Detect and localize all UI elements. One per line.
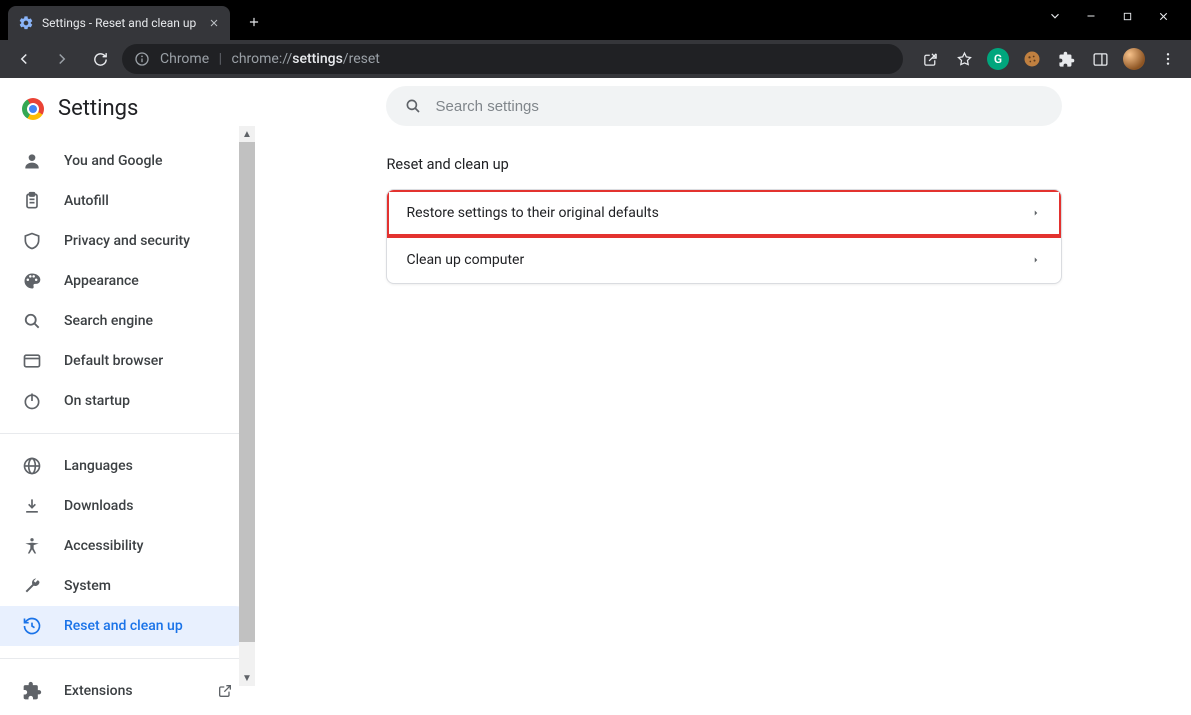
palette-icon — [22, 271, 42, 291]
browser-tab[interactable]: Settings - Reset and clean up — [8, 6, 230, 40]
extensions-puzzle-icon[interactable] — [1051, 44, 1081, 74]
tab-close-icon[interactable] — [196, 17, 220, 29]
sidebar-item-label: Accessibility — [64, 538, 143, 554]
wrench-icon — [22, 576, 42, 596]
nav-advanced: Languages Downloads Accessibility System… — [0, 442, 255, 650]
power-icon — [22, 391, 42, 411]
share-icon[interactable] — [915, 44, 945, 74]
sidebar-separator — [0, 433, 255, 434]
address-bar[interactable]: Chrome | chrome://settings/reset — [122, 44, 903, 74]
sidebar-item-label: Search engine — [64, 313, 153, 329]
minimize-icon[interactable] — [1077, 2, 1105, 30]
sidebar-separator — [0, 658, 255, 659]
search-input[interactable] — [436, 98, 1044, 115]
back-button[interactable] — [8, 43, 40, 75]
close-icon[interactable] — [1149, 2, 1177, 30]
restore-icon — [22, 616, 42, 636]
toolbar-actions: G — [909, 44, 1183, 74]
sidebar-item-label: Autofill — [64, 193, 109, 209]
sidebar-scrollbar[interactable]: ▲ ▼ — [239, 126, 255, 686]
sidebar-item-privacy[interactable]: Privacy and security — [0, 221, 255, 261]
scroll-up-icon[interactable]: ▲ — [239, 126, 255, 142]
browser-window-icon — [22, 351, 42, 371]
sidebar-item-appearance[interactable]: Appearance — [0, 261, 255, 301]
tab-title: Settings - Reset and clean up — [42, 16, 196, 30]
open-external-icon — [217, 683, 233, 699]
sidebar-item-label: Extensions — [64, 683, 133, 699]
chrome-logo-icon — [22, 98, 44, 120]
tab-strip: Settings - Reset and clean up — [0, 6, 268, 40]
sidebar-item-label: Appearance — [64, 273, 139, 289]
sidebar-item-default-browser[interactable]: Default browser — [0, 341, 255, 381]
sidebar-item-system[interactable]: System — [0, 566, 255, 606]
download-icon — [22, 496, 42, 516]
sidebar-item-label: Reset and clean up — [64, 618, 183, 634]
sidebar-item-label: You and Google — [64, 153, 162, 169]
sidebar-item-label: On startup — [64, 393, 130, 409]
reload-button[interactable] — [84, 43, 116, 75]
extension-grammarly-icon[interactable]: G — [983, 44, 1013, 74]
sidebar-item-you-and-google[interactable]: You and Google — [0, 141, 255, 181]
row-clean-up-computer[interactable]: Clean up computer — [387, 236, 1061, 283]
sidebar-item-downloads[interactable]: Downloads — [0, 486, 255, 526]
chevron-right-icon — [1031, 255, 1041, 265]
sidepanel-icon[interactable] — [1085, 44, 1115, 74]
sidebar-item-label: Privacy and security — [64, 233, 190, 249]
nav-primary: You and Google Autofill Privacy and secu… — [0, 137, 255, 425]
puzzle-icon — [22, 681, 42, 701]
sidebar-item-search-engine[interactable]: Search engine — [0, 301, 255, 341]
sidebar-item-label: Downloads — [64, 498, 133, 514]
sidebar-item-on-startup[interactable]: On startup — [0, 381, 255, 421]
page-title: Settings — [58, 96, 138, 121]
site-info-icon[interactable] — [134, 51, 150, 67]
settings-content: Reset and clean up Restore settings to t… — [256, 78, 1191, 705]
extension-cookie-icon[interactable] — [1017, 44, 1047, 74]
chevron-right-icon — [1031, 208, 1041, 218]
sidebar-item-label: Default browser — [64, 353, 163, 369]
sidebar-item-label: Languages — [64, 458, 133, 474]
profile-avatar[interactable] — [1119, 44, 1149, 74]
page-body: Settings You and Google Autofill Privacy… — [0, 78, 1191, 705]
kebab-menu-icon[interactable] — [1153, 44, 1183, 74]
bookmark-icon[interactable] — [949, 44, 979, 74]
forward-button[interactable] — [46, 43, 78, 75]
sidebar-item-label: System — [64, 578, 111, 594]
omnibox-url: Chrome | chrome://settings/reset — [160, 51, 380, 67]
settings-search[interactable] — [386, 86, 1062, 126]
sidebar-item-accessibility[interactable]: Accessibility — [0, 526, 255, 566]
window-controls — [1031, 0, 1191, 40]
scroll-down-icon[interactable]: ▼ — [239, 670, 255, 686]
globe-icon — [22, 456, 42, 476]
brand: Settings — [0, 96, 255, 137]
search-icon — [22, 311, 42, 331]
accessibility-icon — [22, 536, 42, 556]
search-icon — [404, 97, 422, 115]
sidebar-item-languages[interactable]: Languages — [0, 446, 255, 486]
settings-sidebar: Settings You and Google Autofill Privacy… — [0, 78, 256, 705]
browser-titlebar: Settings - Reset and clean up — [0, 0, 1191, 40]
section-title: Reset and clean up — [387, 156, 1063, 173]
reset-card: Restore settings to their original defau… — [386, 189, 1062, 284]
row-restore-defaults[interactable]: Restore settings to their original defau… — [387, 190, 1061, 236]
browser-toolbar: Chrome | chrome://settings/reset G — [0, 40, 1191, 78]
sidebar-item-autofill[interactable]: Autofill — [0, 181, 255, 221]
nav-footer: Extensions — [0, 667, 255, 715]
shield-icon — [22, 231, 42, 251]
clipboard-icon — [22, 191, 42, 211]
row-label: Clean up computer — [407, 252, 525, 268]
chevron-down-icon[interactable] — [1041, 2, 1069, 30]
person-icon — [22, 151, 42, 171]
new-tab-button[interactable] — [240, 8, 268, 36]
scrollbar-thumb[interactable] — [239, 142, 255, 642]
row-label: Restore settings to their original defau… — [407, 205, 659, 221]
sidebar-item-extensions[interactable]: Extensions — [0, 671, 255, 711]
gear-icon — [18, 15, 34, 31]
sidebar-item-reset-clean-up[interactable]: Reset and clean up — [0, 606, 255, 646]
maximize-icon[interactable] — [1113, 2, 1141, 30]
